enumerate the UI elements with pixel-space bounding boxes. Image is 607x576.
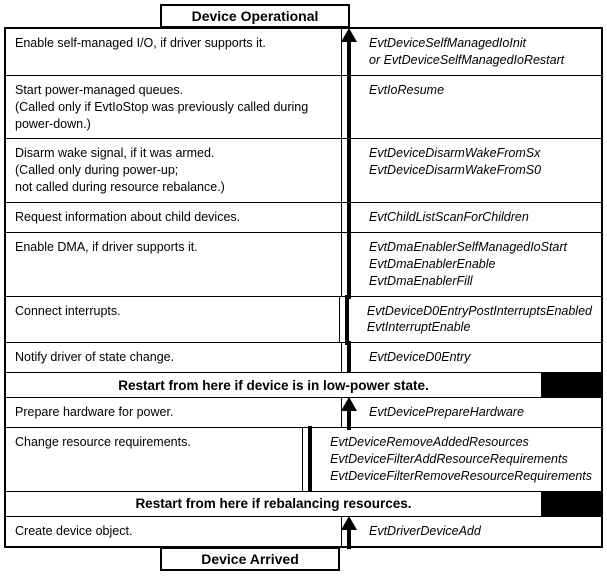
main-table: Enable self-managed I/O, if driver suppo… bbox=[4, 27, 603, 548]
callback-names: EvtDevicePrepareHardware bbox=[342, 398, 601, 427]
action-description: Prepare hardware for power. bbox=[6, 398, 342, 427]
action-description: Notify driver of state change. bbox=[6, 343, 342, 372]
banner-label: Restart from here if device is in low-po… bbox=[6, 375, 541, 396]
table-row: Request information about child devices.… bbox=[6, 202, 601, 232]
callback-names: EvtDeviceD0EntryPostInterruptsEnabledEvt… bbox=[340, 297, 601, 343]
action-description: Enable self-managed I/O, if driver suppo… bbox=[6, 29, 342, 75]
arrow-up-icon bbox=[341, 139, 359, 202]
action-description: Enable DMA, if driver supports it. bbox=[6, 233, 342, 296]
table-row: Start power-managed queues.(Called only … bbox=[6, 75, 601, 139]
callback-names: EvtDeviceD0Entry bbox=[342, 343, 601, 372]
arrow-up-icon bbox=[341, 203, 359, 232]
banner-accent bbox=[541, 373, 601, 397]
table-row: Create device object.EvtDriverDeviceAdd bbox=[6, 516, 601, 546]
callback-names: EvtChildListScanForChildren bbox=[342, 203, 601, 232]
footer-title: Device Arrived bbox=[160, 547, 340, 571]
table-row: Prepare hardware for power.EvtDevicePrep… bbox=[6, 397, 601, 427]
callback-names: EvtDmaEnablerSelfManagedIoStartEvtDmaEna… bbox=[342, 233, 601, 296]
arrow-up-icon bbox=[302, 428, 320, 491]
header-title: Device Operational bbox=[160, 4, 350, 28]
arrow-up-icon bbox=[341, 29, 359, 75]
action-description: Disarm wake signal, if it was armed.(Cal… bbox=[6, 139, 342, 202]
diagram-canvas: Device Operational Enable self-managed I… bbox=[0, 0, 607, 576]
banner-label: Restart from here if rebalancing resourc… bbox=[6, 493, 541, 514]
table-row: Disarm wake signal, if it was armed.(Cal… bbox=[6, 138, 601, 202]
table-row: Enable self-managed I/O, if driver suppo… bbox=[6, 29, 601, 75]
callback-names: EvtDriverDeviceAdd bbox=[342, 517, 601, 546]
banner-accent bbox=[541, 492, 601, 516]
restart-banner: Restart from here if device is in low-po… bbox=[6, 372, 601, 397]
arrow-up-icon bbox=[341, 517, 359, 546]
callback-names: EvtDeviceSelfManagedIoInitor EvtDeviceSe… bbox=[342, 29, 601, 75]
arrow-up-icon bbox=[341, 398, 359, 427]
table-row: Change resource requirements.EvtDeviceRe… bbox=[6, 427, 601, 491]
callback-names: EvtIoResume bbox=[342, 76, 601, 139]
table-row: Enable DMA, if driver supports it.EvtDma… bbox=[6, 232, 601, 296]
arrow-up-icon bbox=[339, 297, 357, 343]
table-row: Notify driver of state change.EvtDeviceD… bbox=[6, 342, 601, 372]
callback-names: EvtDeviceDisarmWakeFromSxEvtDeviceDisarm… bbox=[342, 139, 601, 202]
arrow-up-icon bbox=[341, 76, 359, 139]
action-description: Request information about child devices. bbox=[6, 203, 342, 232]
action-description: Change resource requirements. bbox=[6, 428, 303, 491]
action-description: Connect interrupts. bbox=[6, 297, 340, 343]
callback-names: EvtDeviceRemoveAddedResourcesEvtDeviceFi… bbox=[303, 428, 601, 491]
arrow-up-icon bbox=[341, 343, 359, 372]
restart-banner: Restart from here if rebalancing resourc… bbox=[6, 491, 601, 516]
action-description: Start power-managed queues.(Called only … bbox=[6, 76, 342, 139]
arrow-up-icon bbox=[341, 233, 359, 296]
action-description: Create device object. bbox=[6, 517, 342, 546]
table-row: Connect interrupts.EvtDeviceD0EntryPostI… bbox=[6, 296, 601, 343]
